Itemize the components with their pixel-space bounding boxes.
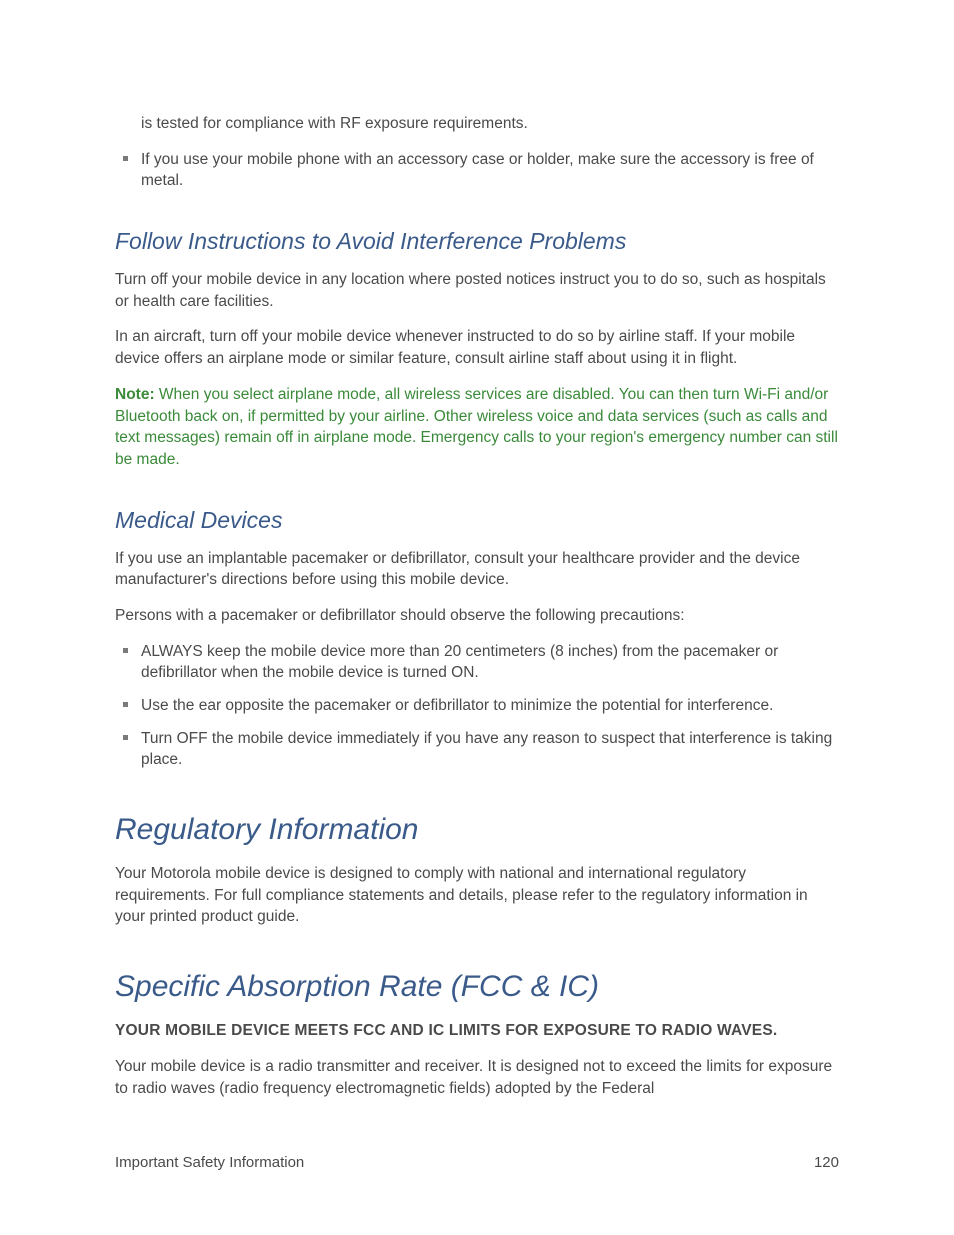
note-label: Note:: [115, 386, 155, 403]
body-paragraph: Your mobile device is a radio transmitte…: [115, 1056, 839, 1099]
list-item: If you use your mobile phone with an acc…: [141, 149, 839, 192]
page-content: is tested for compliance with RF exposur…: [0, 0, 954, 1099]
heading-regulatory-information: Regulatory Information: [115, 813, 839, 847]
body-paragraph: Turn off your mobile device in any locat…: [115, 269, 839, 312]
page-footer: Important Safety Information 120: [115, 1154, 839, 1171]
body-paragraph: In an aircraft, turn off your mobile dev…: [115, 326, 839, 369]
note-paragraph: Note: When you select airplane mode, all…: [115, 384, 839, 471]
body-paragraph: Persons with a pacemaker or defibrillato…: [115, 605, 839, 627]
list-item: Turn OFF the mobile device immediately i…: [141, 728, 839, 771]
heading-interference: Follow Instructions to Avoid Interferenc…: [115, 228, 839, 255]
heading-medical-devices: Medical Devices: [115, 507, 839, 534]
continued-paragraph: is tested for compliance with RF exposur…: [115, 113, 839, 135]
body-paragraph: Your Motorola mobile device is designed …: [115, 863, 839, 928]
medical-bullet-list: ALWAYS keep the mobile device more than …: [115, 641, 839, 771]
intro-bullet-list: If you use your mobile phone with an acc…: [115, 149, 839, 192]
body-paragraph: If you use an implantable pacemaker or d…: [115, 548, 839, 591]
bold-subheading: YOUR MOBILE DEVICE MEETS FCC AND IC LIMI…: [115, 1020, 839, 1042]
list-item: Use the ear opposite the pacemaker or de…: [141, 695, 839, 717]
note-text: When you select airplane mode, all wirel…: [115, 386, 838, 468]
heading-sar: Specific Absorption Rate (FCC & IC): [115, 970, 839, 1004]
footer-page-number: 120: [814, 1154, 839, 1171]
list-item: ALWAYS keep the mobile device more than …: [141, 641, 839, 684]
footer-title: Important Safety Information: [115, 1154, 304, 1171]
